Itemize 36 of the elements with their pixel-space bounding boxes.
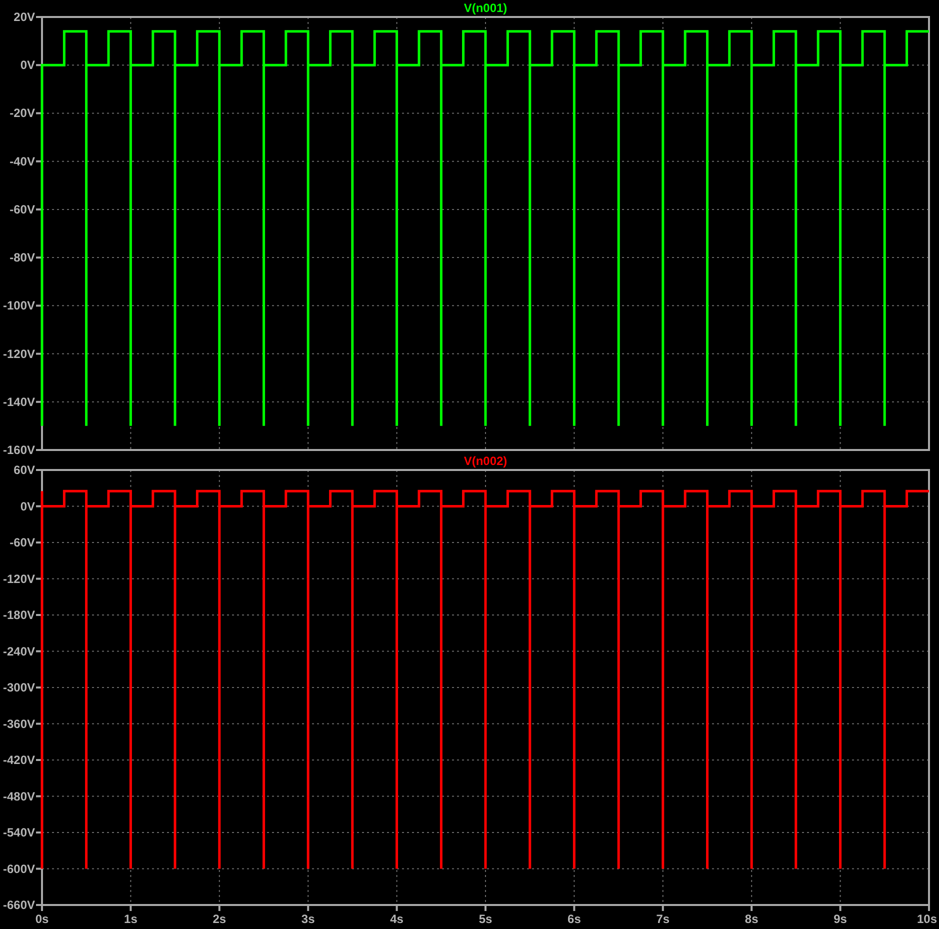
y-axis-label: -60V [10,202,35,216]
y-axis-label: -480V [2,789,35,804]
x-axis-label: 9s [834,912,847,926]
trace-label[interactable]: V(n002) [464,455,508,468]
x-axis-label: 7s [656,912,670,926]
y-axis-label: -140V [2,394,35,409]
y-axis-label: 20V [14,10,35,24]
x-axis-label: 5s [478,912,492,926]
x-axis-label: 0s [35,912,49,926]
y-axis-label: 0V [20,499,35,514]
x-axis-label: 6s [568,912,581,926]
y-axis-label: -540V [2,826,35,840]
y-axis-label: -180V [2,608,35,622]
y-axis-label: -660V [2,898,35,912]
y-axis-label: -360V [2,716,35,731]
trace-label[interactable]: V(n001) [464,1,508,15]
x-axis-label: 8s [744,912,758,926]
y-axis-label: -80V [10,250,35,265]
y-axis-label: -20V [10,106,35,120]
y-axis-label: -420V [2,753,35,767]
y-axis-label: -160V [2,443,35,455]
y-axis-label: -120V [2,346,35,361]
y-axis-label: 0V [20,58,35,72]
y-axis-label: -120V [2,572,35,586]
y-axis-label: -600V [2,862,35,876]
y-axis-label: -240V [2,644,35,658]
y-axis-label: -300V [2,680,35,694]
x-axis-label: 3s [301,912,315,926]
x-axis-label: 2s [212,912,226,926]
x-axis-label: 1s [124,912,138,926]
y-axis-label: -100V [2,298,35,313]
x-axis-label: 10s [916,912,938,926]
y-axis-label: 60V [14,463,35,477]
y-axis-label: -40V [10,154,35,168]
x-axis-label: 4s [390,912,404,926]
y-axis-label: -60V [10,536,35,550]
